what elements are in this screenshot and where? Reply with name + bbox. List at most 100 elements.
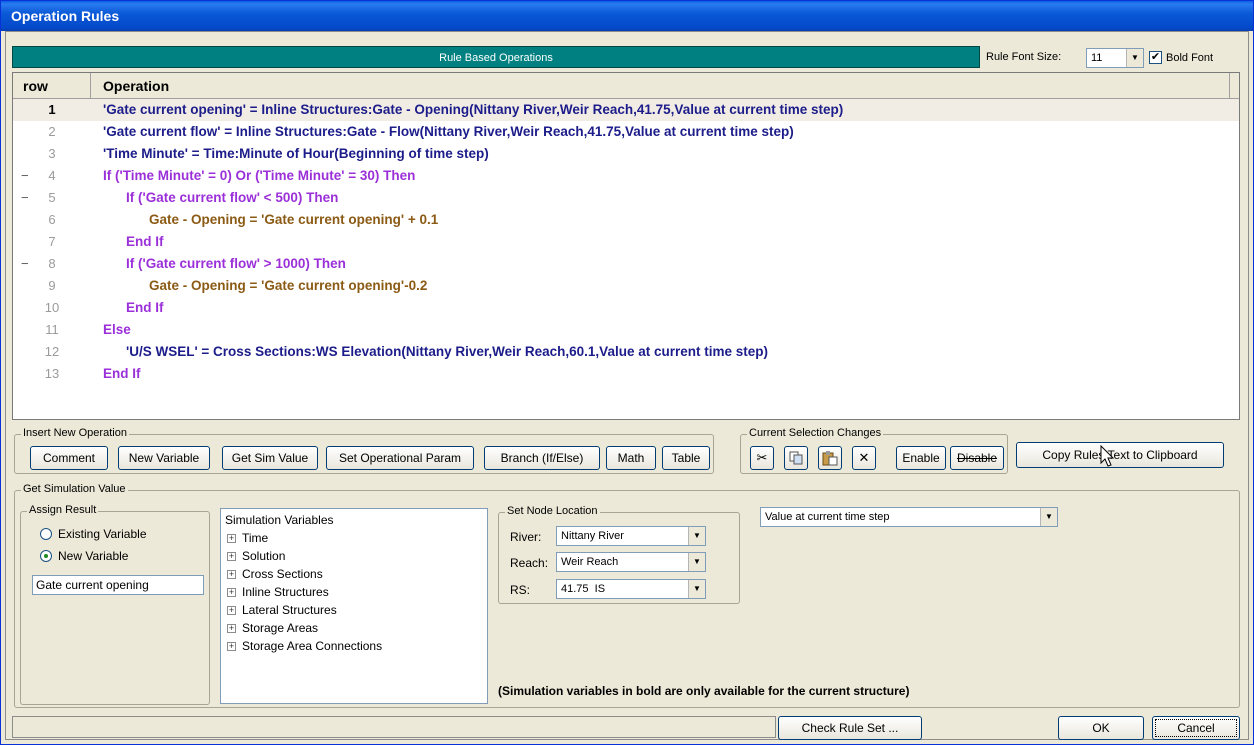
rule-row-number: 13 [13, 363, 91, 385]
tree-item[interactable]: + Solution [225, 547, 483, 565]
tree-item[interactable]: + Storage Area Connections [225, 637, 483, 655]
rule-row-number: 10 [13, 297, 91, 319]
comment-button[interactable]: Comment [30, 446, 108, 470]
rule-number-label: 12 [44, 344, 60, 359]
rule-operation-text[interactable]: End If [91, 363, 141, 385]
rule-operation-text[interactable]: 'Gate current flow' = Inline Structures:… [91, 121, 794, 143]
rule-rows: 1 'Gate current opening' = Inline Structu… [13, 99, 1239, 385]
rule-operation-text[interactable]: If ('Time Minute' = 0) Or ('Time Minute'… [91, 165, 415, 187]
delete-icon[interactable]: ✕ [852, 446, 876, 470]
tree-item[interactable]: + Lateral Structures [225, 601, 483, 619]
rule-row[interactable]: 7 End If [13, 231, 1239, 253]
check-rule-set-button[interactable]: Check Rule Set ... [778, 716, 922, 740]
operation-column-header[interactable]: Operation [91, 73, 1229, 98]
chevron-down-icon[interactable]: ▼ [1040, 508, 1057, 526]
cancel-button[interactable]: Cancel [1152, 716, 1240, 740]
rule-row[interactable]: 13 End If [13, 363, 1239, 385]
rule-row[interactable]: 12 'U/S WSEL' = Cross Sections:WS Elevati… [13, 341, 1239, 363]
enable-button[interactable]: Enable [896, 446, 946, 470]
window-title: Operation Rules [1, 1, 1253, 31]
expand-icon[interactable]: + [227, 623, 236, 633]
get-sim-value-button[interactable]: Get Sim Value [222, 446, 318, 470]
tree-item[interactable]: + Storage Areas [225, 619, 483, 637]
disable-button[interactable]: Disable [950, 446, 1004, 470]
rule-row[interactable]: −4 If ('Time Minute' = 0) Or ('Time Minut… [13, 165, 1239, 187]
simulation-variables-tree[interactable]: Simulation Variables + Time + Solution + Cros… [220, 508, 488, 704]
rule-row[interactable]: 2 'Gate current flow' = Inline Structures… [13, 121, 1239, 143]
existing-variable-radio[interactable]: Existing Variable [40, 527, 147, 541]
collapse-icon[interactable]: − [21, 253, 29, 275]
chevron-down-icon[interactable]: ▼ [688, 527, 705, 545]
branch-if-else-button[interactable]: Branch (If/Else) [484, 446, 600, 470]
chevron-down-icon[interactable]: ▼ [1126, 49, 1143, 67]
bold-variables-note: (Simulation variables in bold are only a… [498, 684, 910, 698]
rule-row[interactable]: 6 Gate - Opening = 'Gate current opening'… [13, 209, 1239, 231]
rule-based-operations-header: Rule Based Operations [12, 46, 980, 68]
rule-row[interactable]: 1 'Gate current opening' = Inline Structu… [13, 99, 1239, 121]
river-select[interactable]: Nittany River ▼ [556, 526, 706, 546]
rs-select[interactable]: 41.75 IS ▼ [556, 579, 706, 599]
rule-row[interactable]: −8 If ('Gate current flow' > 1000) Then [13, 253, 1239, 275]
tree-items: + Time + Solution + Cross Sections + Inline Str… [225, 529, 483, 655]
radio-dot-icon[interactable] [40, 528, 52, 540]
rule-row[interactable]: 3 'Time Minute' = Time:Minute of Hour(Beg… [13, 143, 1239, 165]
mouse-cursor-icon [1100, 445, 1115, 467]
row-column-header[interactable]: row [13, 73, 91, 98]
set-operational-param-button[interactable]: Set Operational Param [326, 446, 474, 470]
new-variable-button[interactable]: New Variable [118, 446, 210, 470]
expand-icon[interactable]: + [227, 605, 236, 615]
rule-operation-text[interactable]: If ('Gate current flow' > 1000) Then [91, 253, 346, 275]
bold-font-label: Bold Font [1166, 51, 1214, 64]
collapse-icon[interactable]: − [21, 187, 29, 209]
tree-item-label: Storage Areas [242, 621, 319, 635]
rule-row-number: 9 [13, 275, 91, 297]
rule-operation-text[interactable]: If ('Gate current flow' < 500) Then [91, 187, 338, 209]
existing-variable-label: Existing Variable [58, 527, 147, 541]
river-value: Nittany River [561, 530, 624, 542]
tree-item[interactable]: + Time [225, 529, 483, 547]
expand-icon[interactable]: + [227, 551, 236, 561]
chevron-down-icon[interactable]: ▼ [688, 580, 705, 598]
rule-operation-text[interactable]: Gate - Opening = 'Gate current opening'-… [91, 275, 427, 297]
rules-grid[interactable]: row Operation 1 'Gate current opening' = … [12, 72, 1240, 420]
rule-operation-text[interactable]: End If [91, 297, 164, 319]
tree-item[interactable]: + Cross Sections [225, 565, 483, 583]
ok-button[interactable]: OK [1058, 716, 1144, 740]
rule-operation-text[interactable]: 'Time Minute' = Time:Minute of Hour(Begi… [91, 143, 489, 165]
rule-font-size-select[interactable]: 11 ▼ [1086, 48, 1144, 68]
set-node-location-label: Set Node Location [505, 505, 600, 517]
rule-operation-text[interactable]: Else [91, 319, 131, 341]
checkmark-icon[interactable]: ✔ [1149, 51, 1162, 64]
rule-row[interactable]: 9 Gate - Opening = 'Gate current opening'… [13, 275, 1239, 297]
rule-operation-text[interactable]: End If [91, 231, 164, 253]
table-button[interactable]: Table [662, 446, 710, 470]
rule-row[interactable]: 10 End If [13, 297, 1239, 319]
rule-operation-text[interactable]: 'Gate current opening' = Inline Structur… [91, 99, 843, 121]
rule-row[interactable]: 11 Else [13, 319, 1239, 341]
radio-dot-selected-icon[interactable] [40, 550, 52, 562]
rule-operation-text[interactable]: Gate - Opening = 'Gate current opening' … [91, 209, 438, 231]
tree-item-label: Inline Structures [242, 585, 329, 599]
tree-item[interactable]: + Inline Structures [225, 583, 483, 601]
rule-row-number: 3 [13, 143, 91, 165]
rule-operation-text[interactable]: 'U/S WSEL' = Cross Sections:WS Elevation… [91, 341, 768, 363]
copy-icon[interactable] [784, 446, 808, 470]
expand-icon[interactable]: + [227, 533, 236, 543]
expand-icon[interactable]: + [227, 587, 236, 597]
reach-select[interactable]: Weir Reach ▼ [556, 552, 706, 572]
tree-root: Simulation Variables [225, 513, 334, 527]
chevron-down-icon[interactable]: ▼ [688, 553, 705, 571]
collapse-icon[interactable]: − [21, 165, 29, 187]
variable-name-field[interactable]: Gate current opening [32, 575, 204, 595]
paste-icon[interactable] [818, 446, 842, 470]
copy-rules-text-button[interactable]: Copy Rules Text to Clipboard [1016, 442, 1224, 468]
rule-row[interactable]: −5 If ('Gate current flow' < 500) Then [13, 187, 1239, 209]
expand-icon[interactable]: + [227, 641, 236, 651]
rule-number-label: 13 [44, 366, 60, 381]
cut-icon[interactable]: ✂ [750, 446, 774, 470]
expand-icon[interactable]: + [227, 569, 236, 579]
math-button[interactable]: Math [606, 446, 656, 470]
bold-font-checkbox[interactable]: ✔ Bold Font [1149, 51, 1213, 64]
time-option-select[interactable]: Value at current time step ▼ [760, 507, 1058, 527]
new-variable-radio[interactable]: New Variable [40, 549, 128, 563]
